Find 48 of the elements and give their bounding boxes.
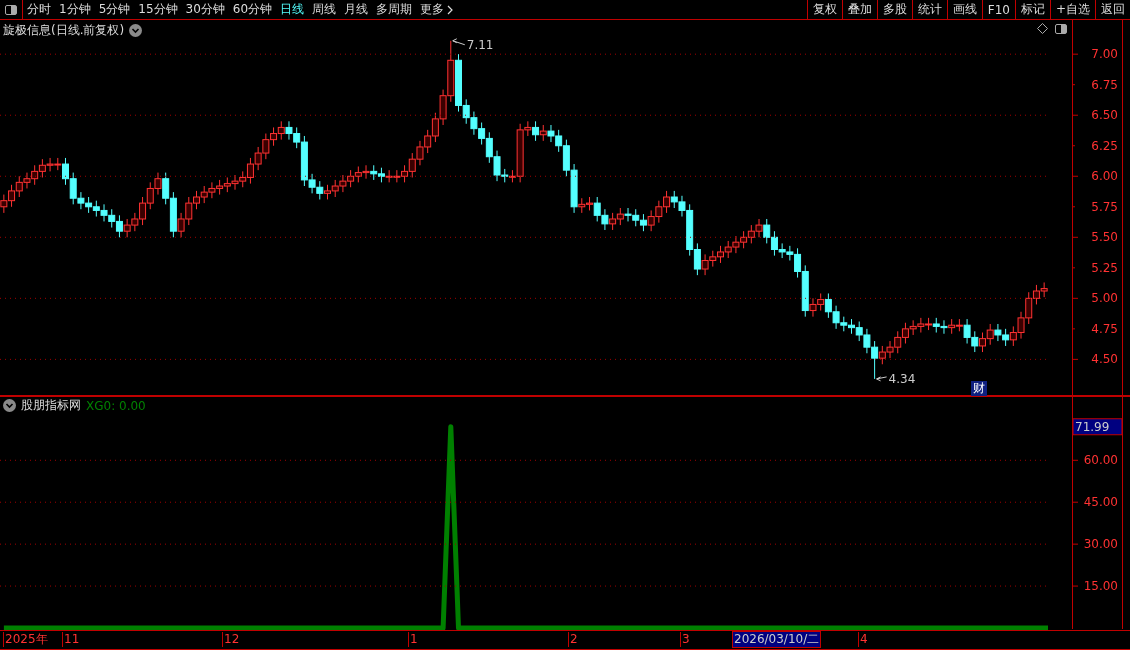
- chart-title: 旋极信息(日线.前复权): [3, 22, 125, 39]
- time-axis-label: 2: [568, 632, 579, 647]
- period-tab[interactable]: 日线: [276, 0, 309, 19]
- time-axis-label: 2026/03/10/二: [732, 631, 822, 648]
- price-axis-label: 5.50: [1091, 230, 1118, 245]
- period-tab[interactable]: 5分钟: [94, 0, 135, 19]
- price-axis-label: 6.00: [1091, 169, 1118, 184]
- time-axis-label: 2025年: [3, 632, 49, 647]
- chevron-down-icon[interactable]: [129, 24, 143, 37]
- price-axis-label: 6.75: [1091, 77, 1118, 92]
- period-tab[interactable]: 1分钟: [55, 0, 95, 19]
- time-axis-label: 4: [858, 632, 869, 647]
- panel-toggle-icon[interactable]: [1054, 23, 1067, 34]
- price-axis-label: 6.25: [1091, 138, 1118, 153]
- indicator-readout: XG0: 0.00: [86, 398, 146, 413]
- period-tab[interactable]: 月线: [340, 0, 373, 19]
- period-tab[interactable]: 多周期: [372, 0, 417, 19]
- diamond-icon[interactable]: [1037, 23, 1048, 34]
- price-axis-label: 6.50: [1091, 108, 1118, 123]
- indicator-title: 股朋指标网: [21, 397, 81, 414]
- period-tab[interactable]: 60分钟: [228, 0, 277, 19]
- leader-line: [876, 376, 888, 382]
- indicator-axis-label: 30.00: [1083, 537, 1118, 552]
- price-axis-label: 4.50: [1091, 352, 1118, 367]
- current-value-marker: 71.99: [1072, 418, 1123, 436]
- indicator-axis-label: 15.00: [1083, 579, 1118, 594]
- chevron-right-icon[interactable]: [447, 4, 454, 15]
- price-axis-label: 5.75: [1091, 199, 1118, 214]
- period-tab[interactable]: 15分钟: [134, 0, 182, 19]
- time-axis-label: 3: [680, 632, 691, 647]
- period-tab[interactable]: 更多: [416, 0, 449, 19]
- price-axis-label: 4.75: [1091, 321, 1118, 336]
- chevron-down-icon[interactable]: [3, 399, 16, 412]
- low-price-label: 4.34: [888, 371, 916, 386]
- finance-event-badge[interactable]: 财: [971, 381, 987, 396]
- price-axis-label: 5.25: [1091, 260, 1118, 275]
- period-tab[interactable]: 30分钟: [181, 0, 229, 19]
- price-axis-label: 7.00: [1091, 47, 1118, 62]
- indicator-axis-label: 45.00: [1083, 495, 1118, 510]
- period-tab[interactable]: 周线: [308, 0, 341, 19]
- time-axis-label: 11: [62, 632, 81, 647]
- high-price-label: 7.11: [466, 37, 494, 52]
- price-axis-label: 5.00: [1091, 291, 1118, 306]
- indicator-axis-label: 60.00: [1083, 453, 1118, 468]
- period-tab[interactable]: 分时: [23, 0, 55, 19]
- leader-line: [452, 38, 466, 46]
- time-axis-label: 12: [222, 632, 241, 647]
- time-axis-label: 1: [408, 632, 419, 647]
